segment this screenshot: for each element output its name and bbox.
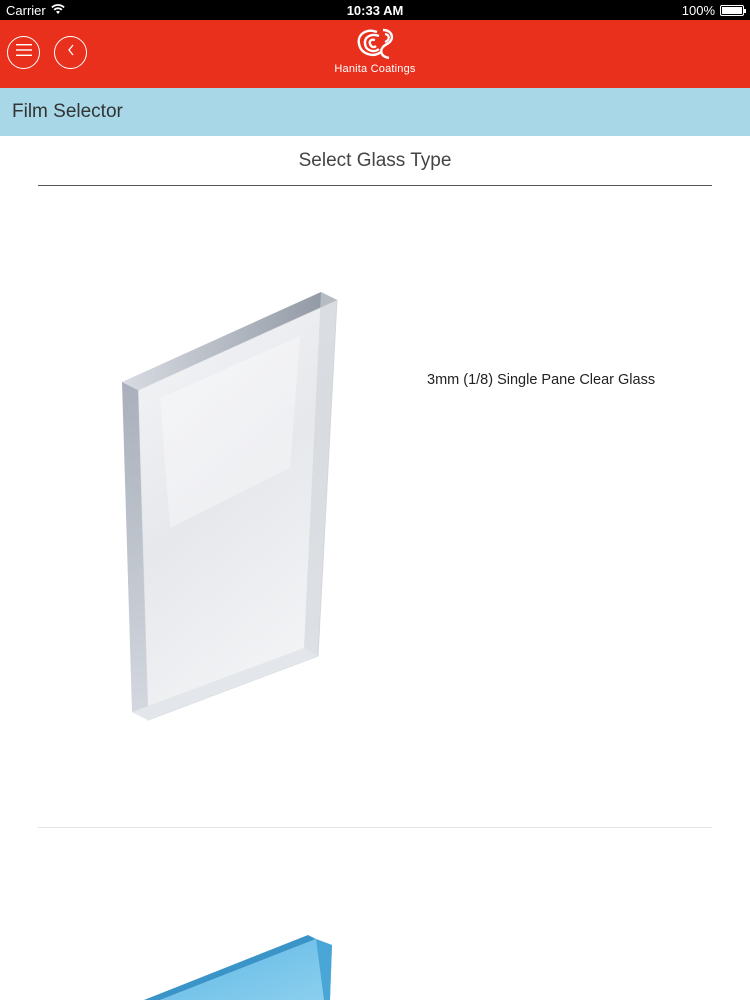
glass-type-label: 3mm (1/8) Single Pane Clear Glass [427,372,656,388]
battery-percent: 100% [681,3,715,18]
status-time: 10:33 AM [346,3,404,18]
section-divider [38,185,712,186]
option-divider [38,827,712,828]
chevron-left-icon [66,43,76,62]
section-title: Select Glass Type [298,150,452,171]
glass-type-option[interactable]: 3mm (1/8) Single Pane Clear Glass [0,188,750,824]
menu-button[interactable] [7,36,40,69]
app-header: Hanita Coatings [0,20,750,88]
battery-icon [720,5,746,16]
page-title: Film Selector [12,101,123,122]
blue-glass-pane-image [144,935,332,1000]
brand-logo: Hanita Coatings [305,26,445,82]
status-right: 100% [681,3,746,18]
hamburger-menu-icon [15,43,33,62]
clear-glass-pane-image [122,292,338,721]
sub-header: Film Selector [0,88,750,136]
logo-mark-icon [357,28,394,60]
status-bar: Carrier 10:33 AM 100% [0,0,750,20]
logo-text: Hanita Coatings [334,63,416,75]
back-button[interactable] [54,36,87,69]
